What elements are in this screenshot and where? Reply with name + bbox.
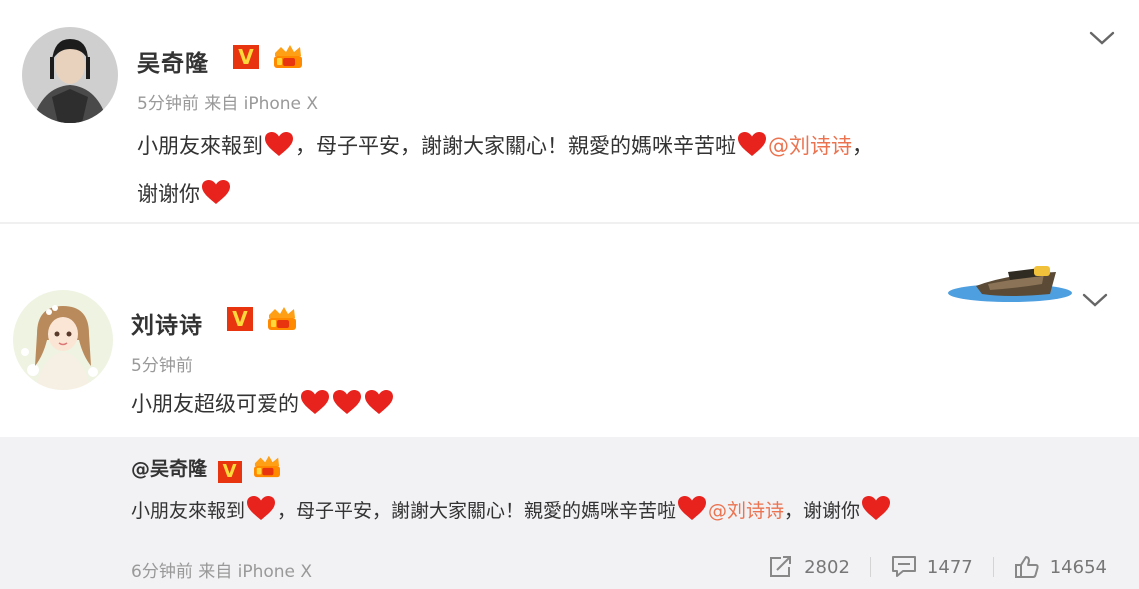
stat-divider bbox=[869, 557, 871, 577]
verified-badge: V bbox=[217, 461, 242, 483]
mention-link[interactable]: @刘诗诗 bbox=[708, 500, 784, 522]
original-content: 小朋友來報到 ，母子平安，謝謝大家關心！親愛的媽咪辛苦啦 @刘诗诗，谢谢你 bbox=[131, 487, 892, 535]
original-meta: 6分钟前 来自 iPhone X bbox=[131, 557, 312, 582]
original-author-name[interactable]: @吴奇隆 bbox=[131, 458, 207, 480]
post-text: ， bbox=[852, 134, 873, 158]
post-text: 小朋友來報到 bbox=[137, 134, 263, 158]
like-count: 14654 bbox=[1049, 556, 1107, 578]
heart-icon bbox=[300, 389, 330, 415]
chevron-down-icon[interactable] bbox=[1080, 290, 1110, 310]
post-text: 谢谢你 bbox=[137, 182, 200, 206]
comment-count: 1477 bbox=[926, 556, 973, 578]
original-stats: 2802 1477 14654 bbox=[768, 555, 1107, 579]
thumbs-up-icon bbox=[1014, 556, 1039, 578]
heart-icon bbox=[332, 389, 362, 415]
author-name[interactable]: 吴奇隆 bbox=[137, 44, 209, 78]
weibo-post-liushishi: 刘诗诗 V 5分钟前 小朋友超级可爱的 @吴奇隆 V 小朋友來報到 ，母子平安，… bbox=[0, 224, 1139, 589]
repost-count: 2802 bbox=[804, 556, 850, 578]
post-text: ，母子平安，謝謝大家關心！親愛的媽咪辛苦啦 bbox=[295, 134, 736, 158]
post-time[interactable]: 5分钟前 bbox=[131, 351, 193, 376]
stat-divider bbox=[992, 557, 994, 577]
weibo-post-wuqilong: 吴奇隆 V 5分钟前 来自 iPhone X 小朋友來報到 ，母子平安，謝謝大家關… bbox=[0, 0, 1139, 222]
verified-badge: V bbox=[233, 45, 259, 69]
original-source[interactable]: 来自 iPhone X bbox=[198, 562, 312, 582]
post-text: 小朋友超级可爱的 bbox=[131, 392, 299, 416]
heart-icon bbox=[364, 389, 394, 415]
original-time[interactable]: 6分钟前 bbox=[131, 562, 193, 582]
avatar-wuqilong[interactable] bbox=[22, 27, 118, 123]
post-content: 小朋友超级可爱的 bbox=[131, 380, 395, 428]
heart-icon bbox=[737, 131, 767, 157]
heart-icon bbox=[861, 495, 891, 521]
avatar-liushishi[interactable] bbox=[13, 290, 113, 390]
boat-decoration-icon bbox=[948, 264, 1083, 304]
heart-icon bbox=[201, 179, 231, 205]
original-author-line: @吴奇隆 V bbox=[131, 453, 282, 484]
comment-icon bbox=[891, 556, 916, 577]
comment-button[interactable]: 1477 bbox=[891, 555, 973, 579]
post-time[interactable]: 5分钟前 bbox=[137, 94, 199, 114]
post-meta: 5分钟前 来自 iPhone X bbox=[137, 89, 318, 114]
repost-button[interactable]: 2802 bbox=[768, 555, 850, 579]
repost-icon bbox=[770, 556, 792, 577]
original-text: ，母子平安，謝謝大家關心！親愛的媽咪辛苦啦 bbox=[277, 500, 677, 522]
post-content: 小朋友來報到 ，母子平安，謝謝大家關心！親愛的媽咪辛苦啦 @刘诗诗， 谢谢你 bbox=[137, 122, 873, 218]
chevron-down-icon[interactable] bbox=[1087, 28, 1117, 48]
heart-icon bbox=[677, 495, 707, 521]
verified-badge: V bbox=[227, 307, 253, 331]
member-crown-icon bbox=[252, 453, 282, 484]
heart-icon bbox=[246, 495, 276, 521]
author-name[interactable]: 刘诗诗 bbox=[131, 306, 203, 340]
heart-icon bbox=[264, 131, 294, 157]
member-crown-icon bbox=[266, 304, 298, 332]
post-source[interactable]: 来自 iPhone X bbox=[204, 94, 318, 114]
member-crown-icon bbox=[272, 42, 304, 70]
original-text: ，谢谢你 bbox=[784, 500, 861, 522]
original-text: 小朋友來報到 bbox=[131, 500, 246, 522]
like-button[interactable]: 14654 bbox=[1014, 555, 1107, 579]
repost-card[interactable]: @吴奇隆 V 小朋友來報到 ，母子平安，謝謝大家關心！親愛的媽咪辛苦啦 @刘诗诗，谢… bbox=[0, 437, 1139, 589]
mention-link[interactable]: @刘诗诗 bbox=[768, 134, 852, 158]
